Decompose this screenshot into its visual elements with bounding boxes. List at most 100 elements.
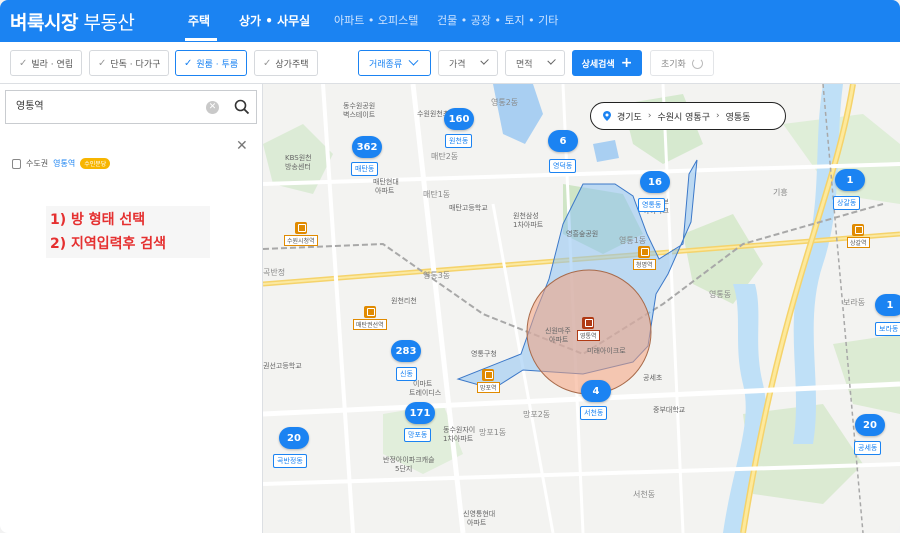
map-label: 1차아파트: [443, 435, 474, 443]
nav-tab-building[interactable]: 건물 • 공장 • 토지 • 기타: [437, 12, 558, 28]
cluster-label[interactable]: 상갈동: [833, 196, 861, 210]
cluster-sanggal[interactable]: 1: [835, 169, 865, 191]
deal-type-dropdown[interactable]: 거래종류: [358, 50, 431, 76]
cluster-label[interactable]: 공세동: [854, 441, 882, 455]
breadcrumb-province[interactable]: 경기도: [617, 110, 642, 123]
cluster-label[interactable]: 매탄동: [351, 162, 379, 176]
cluster-wonchon[interactable]: 160: [444, 108, 474, 130]
top-nav: 벼룩시장 부동산 주택 상가 • 사무실 아파트 • 오피스텔 건물 • 공장 …: [0, 0, 900, 42]
map-label: 매탄2동: [431, 152, 459, 161]
map-label: 매탄고등학교: [449, 204, 488, 212]
station-yeongtong[interactable]: 영통역: [577, 317, 600, 341]
map-label: 매탄1동: [423, 190, 451, 199]
filter-detached[interactable]: ✓ 단독 · 다가구: [89, 50, 170, 76]
cluster-label[interactable]: 곡반정동: [273, 454, 307, 468]
nav-tab-apartment[interactable]: 아파트 • 오피스텔: [334, 12, 418, 28]
refresh-icon: [691, 57, 703, 69]
map-view[interactable]: 동수원공원 벽스테이트 수원원천초 KBS원천 방송센터 영통2동 매탄2동 매…: [263, 84, 900, 533]
close-icon[interactable]: ✕: [236, 138, 248, 154]
map-label: 망포2동: [523, 410, 551, 419]
subway-station-icon: [363, 306, 376, 318]
cluster-label[interactable]: 보라동: [875, 322, 900, 336]
cluster-maetan[interactable]: 362: [352, 136, 382, 158]
map-label: 영통2동: [491, 98, 519, 107]
cluster-label[interactable]: 영덕동: [549, 159, 577, 173]
map-label: 반정아이파크캐슬: [383, 456, 435, 464]
station-sanggal[interactable]: 상갈역: [847, 224, 870, 248]
map-label: 1차아파트: [513, 221, 544, 229]
map-label: 영통3동: [423, 271, 451, 280]
reset-button[interactable]: 초기화: [650, 50, 714, 76]
subway-station-icon: [482, 369, 495, 381]
station-suwon-cityhall[interactable]: 수원시청역: [284, 222, 318, 246]
nav-tab-commercial[interactable]: 상가 • 사무실: [239, 12, 310, 29]
search-icon[interactable]: [234, 99, 250, 115]
cluster-label[interactable]: 망포동: [404, 428, 432, 442]
breadcrumb-dong[interactable]: 영통동: [726, 110, 751, 123]
breadcrumb-city[interactable]: 수원시 영통구: [657, 110, 710, 123]
map-label: 영흥숲공원: [566, 230, 599, 238]
check-icon: ✓: [263, 57, 272, 69]
filter-oneroom[interactable]: ✓ 원룸 · 투룸: [175, 50, 248, 76]
logo[interactable]: 벼룩시장 부동산: [10, 8, 135, 35]
map-label: 영통동: [709, 290, 732, 299]
clear-icon[interactable]: ✕: [206, 101, 219, 114]
station-cheongmyeong[interactable]: 청명역: [633, 246, 656, 270]
map-label: KBS원천: [285, 154, 312, 162]
subway-icon: [12, 158, 21, 169]
map-label: 트레이디스: [409, 389, 442, 397]
filter-villa[interactable]: ✓ 빌라 · 연립: [10, 50, 83, 76]
cluster-label[interactable]: 신동: [396, 367, 417, 381]
map-label: 동수원자이: [443, 426, 476, 434]
chevron-down-icon: [546, 55, 556, 65]
cluster-bora[interactable]: 1: [875, 294, 900, 316]
active-tab-indicator: [185, 38, 217, 41]
cluster-label[interactable]: 서천동: [580, 406, 608, 420]
price-dropdown[interactable]: 가격: [438, 50, 498, 76]
cluster-label[interactable]: 원천동: [445, 134, 473, 148]
instruction-note: 1) 방 형태 선택 2) 지역입력후 검색: [46, 206, 210, 258]
detail-search-button[interactable]: 상세검색 +: [572, 50, 642, 76]
search-result-item[interactable]: 수도권 영통역 수인분당: [12, 158, 111, 169]
cluster-yeongdeok[interactable]: 6: [548, 130, 578, 152]
cluster-label[interactable]: 영통동: [638, 198, 666, 212]
map-label: 보라동: [843, 298, 866, 307]
map-label: 서천동: [633, 490, 656, 499]
cluster-sin[interactable]: 283: [391, 340, 421, 362]
cluster-mangpo[interactable]: 171: [405, 402, 435, 424]
location-breadcrumb[interactable]: 경기도 › 수원시 영통구 › 영통동: [590, 102, 786, 130]
map-label: 이마트: [413, 380, 433, 388]
cluster-gongse[interactable]: 20: [855, 414, 885, 436]
map-label: 망포1동: [479, 428, 507, 437]
area-dropdown[interactable]: 면적: [505, 50, 565, 76]
search-panel: ✕ ✕ 수도권 영통역 수인분당 1) 방 형태 선택 2) 지역입력후 검색: [0, 84, 263, 533]
map-label: 영통1동: [619, 236, 647, 245]
station-mangpo[interactable]: 망포역: [477, 369, 500, 393]
map-label: 기흥: [773, 188, 788, 197]
map-label: 곡반정: [263, 268, 286, 277]
map-label: 신영통현대: [463, 510, 496, 518]
chevron-down-icon: [408, 55, 419, 66]
line-badge: 수인분당: [80, 158, 111, 169]
subway-station-icon: [852, 224, 865, 236]
map-label: 동수원공원: [343, 102, 376, 110]
nav-tab-housing[interactable]: 주택: [188, 12, 210, 29]
map-label: 벽스테이트: [343, 111, 376, 119]
subway-station-icon: [638, 246, 651, 258]
subway-station-icon: [294, 222, 307, 234]
search-input[interactable]: [16, 99, 196, 110]
station-maetan-gwonseon[interactable]: 매탄권선역: [353, 306, 387, 330]
map-label: 아파트: [549, 336, 569, 344]
check-icon: ✓: [98, 57, 107, 69]
app-window: 벼룩시장 부동산 주택 상가 • 사무실 아파트 • 오피스텔 건물 • 공장 …: [0, 0, 900, 533]
map-label: 공세초: [643, 374, 663, 382]
map-label: 신원마주: [545, 327, 571, 335]
cluster-seocheon[interactable]: 4: [581, 380, 611, 402]
plus-icon: +: [620, 55, 633, 71]
cluster-gokbanjeong[interactable]: 20: [279, 427, 309, 449]
filter-commercial-house[interactable]: ✓ 상가주택: [254, 50, 318, 76]
cluster-yeongtong[interactable]: 16: [640, 171, 670, 193]
chevron-down-icon: [479, 55, 489, 65]
instruction-line-2: 2) 지역입력후 검색: [50, 236, 167, 252]
search-box: ✕: [5, 90, 257, 124]
